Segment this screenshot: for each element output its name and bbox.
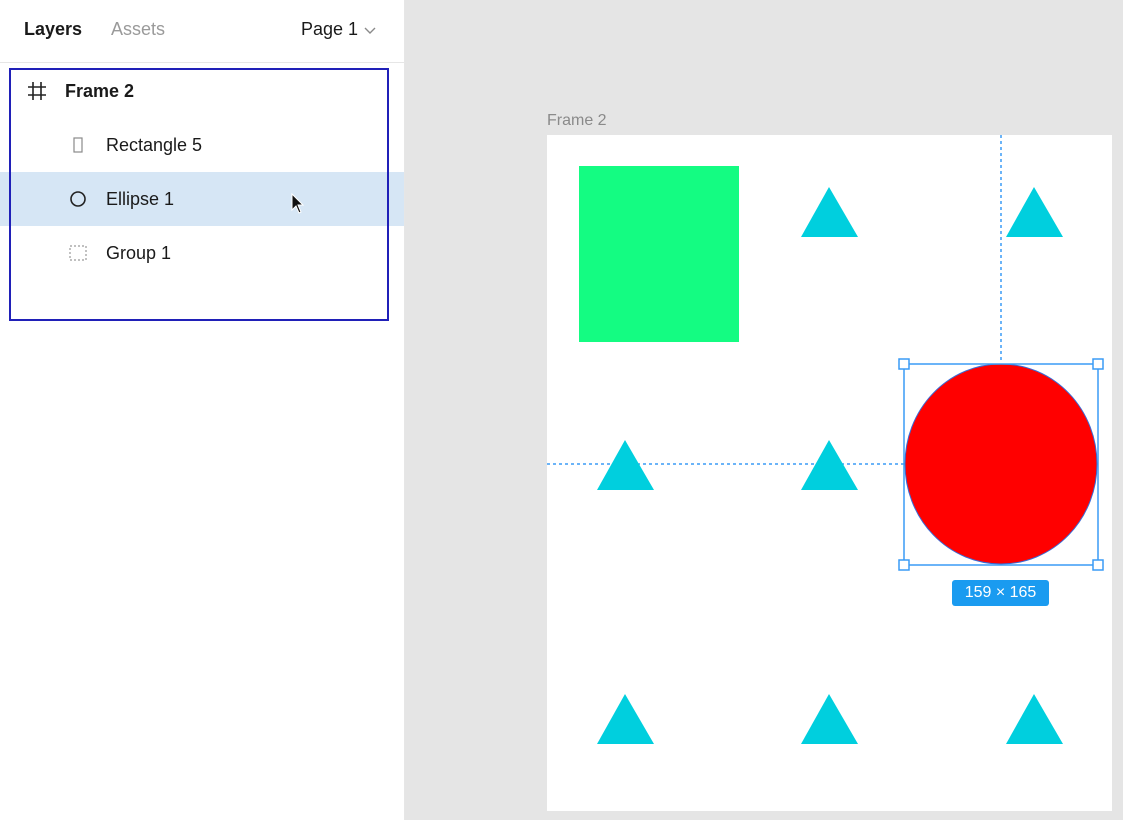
frame-2[interactable] [547, 135, 1112, 811]
layer-label-rectangle-5: Rectangle 5 [106, 135, 203, 155]
layer-label-group-1: Group 1 [106, 243, 172, 263]
layer-label-frame-2: Frame 2 [65, 81, 135, 101]
page-selector[interactable]: Page 1 [301, 19, 376, 40]
group-dashed-icon [68, 243, 88, 263]
layer-row-group-1[interactable]: Group 1 [0, 226, 404, 280]
rectangle-icon [68, 135, 88, 155]
layer-row-rectangle-5[interactable]: Rectangle 5 [0, 118, 404, 172]
ellipse-icon [68, 189, 88, 209]
chevron-down-icon [364, 27, 376, 34]
tab-layers[interactable]: Layers [24, 19, 82, 40]
layers-panel: Layers Assets Page 1 Frame 2 Rectangle 5… [0, 0, 404, 820]
layer-label-ellipse-1: Ellipse 1 [106, 189, 175, 209]
frame-hash-icon [27, 81, 47, 101]
frame-label[interactable]: Frame 2 [547, 112, 607, 130]
panel-tabs: Layers Assets Page 1 [0, 0, 404, 63]
mouse-cursor-icon [291, 193, 305, 214]
layer-row-ellipse-1[interactable]: Ellipse 1 [0, 172, 404, 226]
page-selector-label: Page 1 [300, 19, 358, 39]
dimensions-badge: 159 × 165 [952, 580, 1049, 606]
tab-assets[interactable]: Assets [111, 19, 165, 40]
layer-row-frame-2[interactable]: Frame 2 [0, 64, 404, 118]
